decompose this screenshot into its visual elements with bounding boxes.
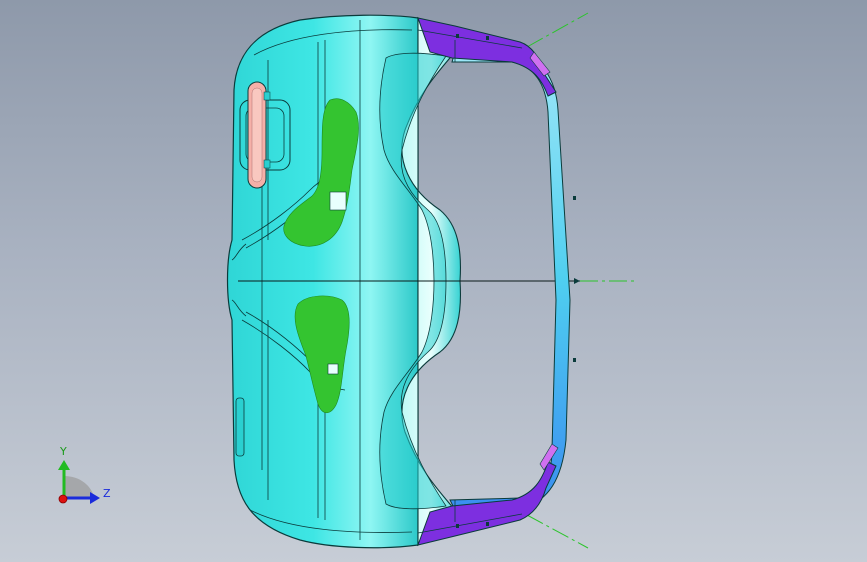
flange-outline[interactable] <box>449 49 571 511</box>
part-body[interactable] <box>226 14 581 549</box>
cad-viewport[interactable]: Y Z <box>0 0 867 562</box>
view-orientation-triad-icon[interactable]: Y Z <box>58 445 111 504</box>
triad-y-label: Y <box>59 445 67 458</box>
triad-x-axis <box>58 494 68 504</box>
triad-z-label: Z <box>103 487 111 500</box>
triad-shade <box>64 476 94 498</box>
slot-feature <box>235 397 245 457</box>
